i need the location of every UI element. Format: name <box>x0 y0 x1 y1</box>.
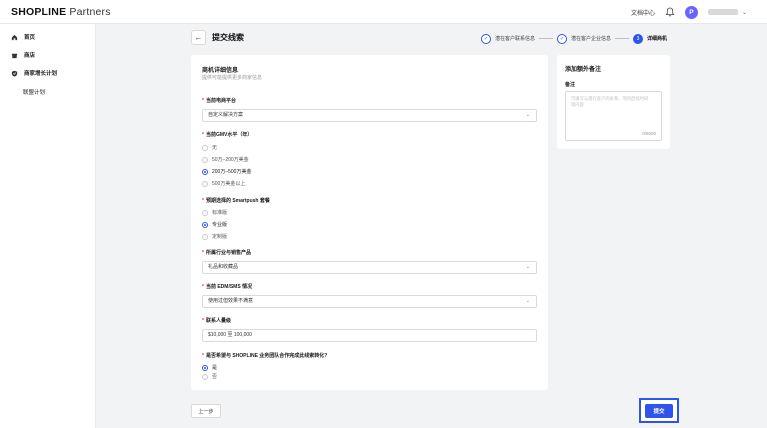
collab-option-yes[interactable]: 是 <box>202 364 217 371</box>
bell-icon[interactable] <box>665 7 675 17</box>
gmv-option-none[interactable]: 无 <box>202 144 217 151</box>
platform-select[interactable]: 自定义解决方案 ⌄ <box>202 109 537 122</box>
select-value: 自定义解决方案 <box>208 112 244 118</box>
radio-icon <box>202 180 208 187</box>
progress-steps: ✓ 潜在客户联系信息 ✓ 潜在客户企业信息 3 详细商机 <box>481 33 667 44</box>
gmv-label: * 当前GMV水平（年） <box>202 132 253 138</box>
arrow-left-icon: ← <box>194 33 203 42</box>
smartpush-option-pro[interactable]: 专业版 <box>202 221 227 228</box>
back-button[interactable]: ← <box>191 30 206 45</box>
contacts-field[interactable]: $10,000 至 100,000 <box>202 329 537 342</box>
section-title: 商机详细信息 <box>202 68 239 74</box>
chevron-down-icon: ⌄ <box>525 298 530 304</box>
smartpush-option-custom[interactable]: 定制版 <box>202 233 227 240</box>
check-icon: ✓ <box>481 33 491 44</box>
smartpush-label: * 预期选择的 Smartpush 套餐 <box>202 198 270 204</box>
brand-logo[interactable]: SHOPLINE Partners <box>11 6 111 18</box>
notes-placeholder: 可填写与潜在客户的关系、项目后续时间等内容 <box>571 96 649 107</box>
step-label: 潜在客户企业信息 <box>571 36 612 42</box>
notes-title: 添加额外备注 <box>565 67 602 73</box>
smartpush-option-standard[interactable]: 标准版 <box>202 209 227 216</box>
page-title: 提交线索 <box>212 33 244 42</box>
submit-button[interactable]: 提交 <box>645 403 673 418</box>
sidebar-item-affiliate[interactable]: 联盟计划 <box>23 88 45 96</box>
radio-icon <box>202 364 208 371</box>
industry-select[interactable]: 礼品和收藏品 ⌄ <box>202 261 537 274</box>
sidebar-item-growth-plan[interactable]: 商家增长计划 <box>11 69 57 77</box>
home-icon <box>11 34 18 40</box>
radio-icon <box>202 144 208 151</box>
doc-center-link[interactable]: 文档中心 <box>631 8 655 17</box>
sidebar-item-label: 首页 <box>24 35 36 41</box>
top-bar: SHOPLINE Partners 文档中心 P ⌄ <box>0 0 767 24</box>
notes-textarea[interactable]: 可填写与潜在客户的关系、项目后续时间等内容 0/5000 <box>565 91 662 141</box>
header-actions: 文档中心 P ⌄ <box>631 5 747 19</box>
char-counter: 0/5000 <box>642 131 656 136</box>
chevron-down-icon: ⌄ <box>525 264 530 270</box>
sidebar-item-store[interactable]: 商店 <box>11 51 35 59</box>
user-name[interactable] <box>707 9 738 15</box>
collab-label: * 是否希望与 SHOPLINE 业务团队合作完成此线索转化? <box>202 353 328 359</box>
step-label: 潜在客户联系信息 <box>495 36 536 42</box>
notes-card: 添加额外备注 备注 可填写与潜在客户的关系、项目后续时间等内容 0/5000 <box>557 55 670 149</box>
edm-select[interactable]: 使用过但效果不满意 ⌄ <box>202 295 537 308</box>
radio-icon <box>202 233 208 240</box>
sidebar-item-label: 商家增长计划 <box>24 71 58 77</box>
submit-highlight: 提交 <box>639 398 679 423</box>
section-subtitle: 提供可能提供更多商家信息 <box>202 75 263 81</box>
radio-icon <box>202 209 208 216</box>
avatar[interactable]: P <box>684 5 698 19</box>
logo-suffix: Partners <box>66 6 111 18</box>
collab-option-no[interactable]: 否 <box>202 373 217 380</box>
radio-icon <box>202 221 208 228</box>
step-divider <box>615 38 630 39</box>
platform-label: * 当前电商平台 <box>202 98 236 104</box>
logo-text: SHOPLINE <box>11 6 67 18</box>
chevron-down-icon[interactable]: ⌄ <box>742 9 747 16</box>
gmv-option-500-plus[interactable]: 500万美金以上 <box>202 180 245 187</box>
shield-icon <box>11 70 18 77</box>
radio-icon <box>202 156 208 163</box>
sidebar: 首页 商店 商家增长计划 联盟计划 <box>0 24 96 428</box>
gmv-option-50-200[interactable]: 50万–200万美金 <box>202 156 249 163</box>
radio-icon <box>202 373 208 380</box>
industry-label: * 所属行业与销售产品 <box>202 250 251 256</box>
step-number: 3 <box>633 33 644 44</box>
check-icon: ✓ <box>557 33 568 44</box>
select-value: 使用过但效果不满意 <box>208 298 254 304</box>
sidebar-item-home[interactable]: 首页 <box>11 33 35 41</box>
store-icon <box>11 53 18 58</box>
step-label: 详细商机 <box>647 36 668 42</box>
sidebar-item-label: 商店 <box>24 53 36 59</box>
select-value: 礼品和收藏品 <box>208 264 239 270</box>
edm-label: * 当前 EDM/SMS 情况 <box>202 284 253 290</box>
contacts-label: * 联系人量级 <box>202 318 231 324</box>
gmv-option-200-500[interactable]: 200万–500万美金 <box>202 168 251 175</box>
opportunity-form: 商机详细信息 提供可能提供更多商家信息 * 当前电商平台 自定义解决方案 ⌄ * 当… <box>191 55 548 390</box>
notes-label: 备注 <box>565 82 576 88</box>
previous-step-button[interactable]: 上一步 <box>191 404 221 418</box>
chevron-down-icon: ⌄ <box>525 112 530 118</box>
step-divider <box>539 38 554 39</box>
radio-icon <box>202 168 208 175</box>
